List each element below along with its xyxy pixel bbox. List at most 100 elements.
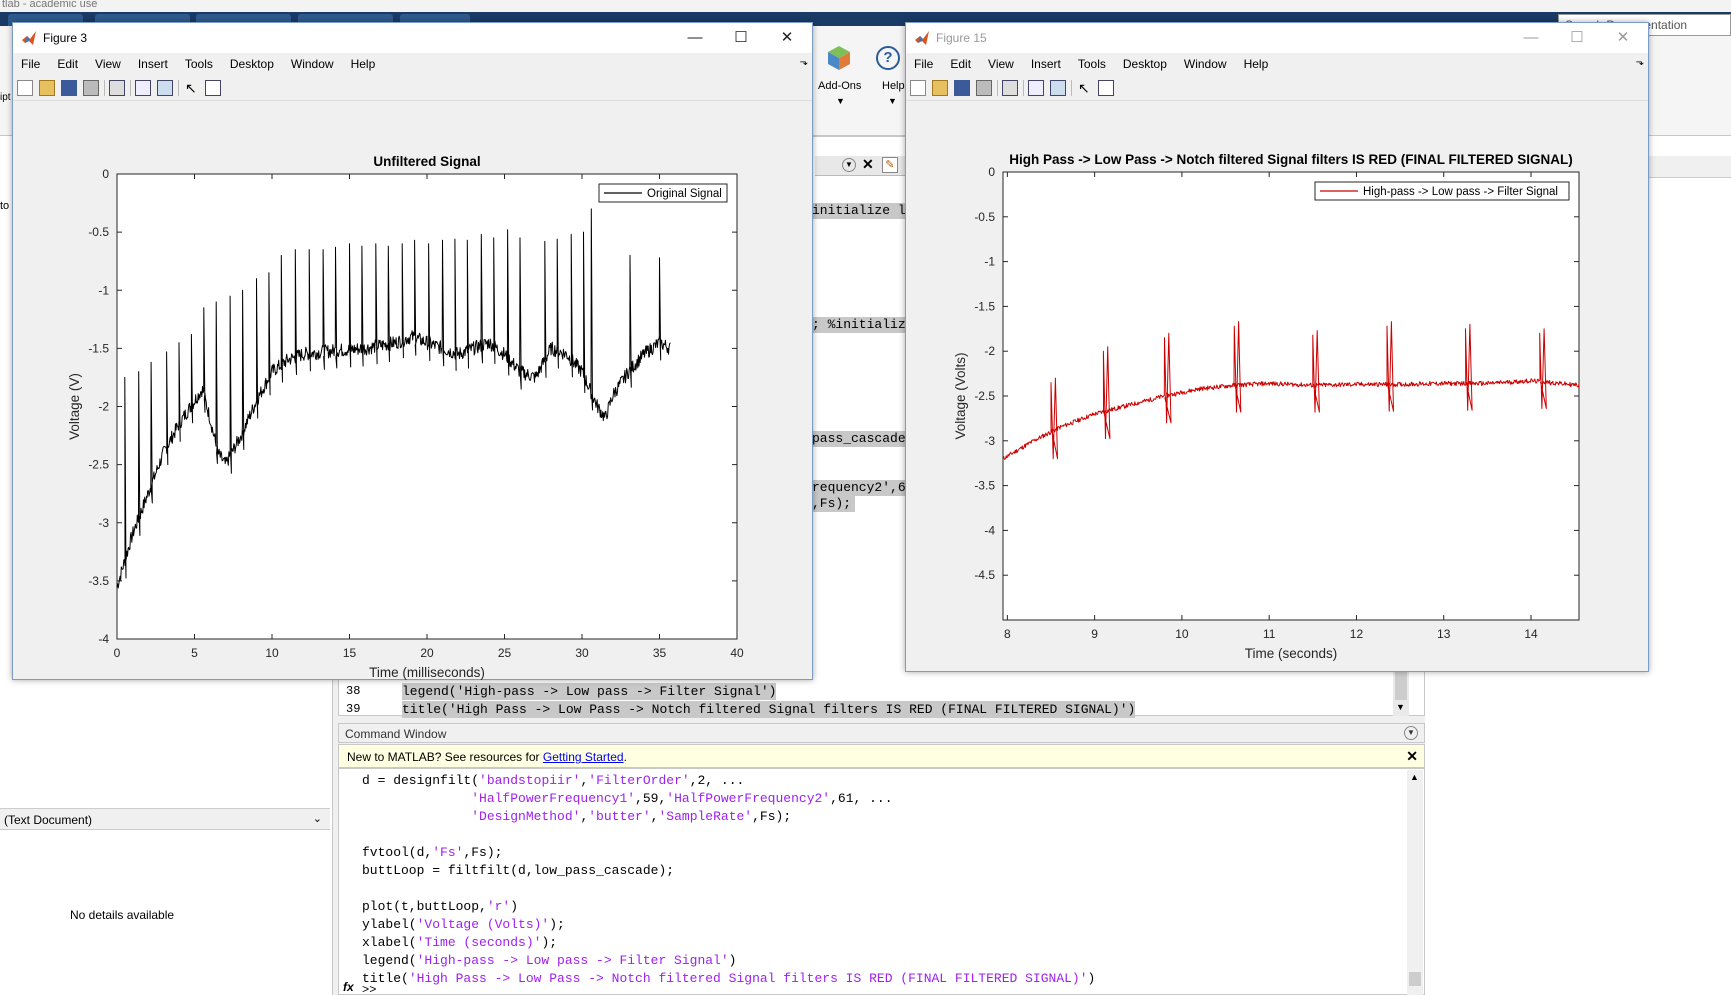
x-tick-label: 8 [1004, 627, 1011, 641]
close-button[interactable]: ✕ [772, 27, 802, 49]
y-tick-label: -3 [984, 434, 995, 448]
x-tick-label: 10 [1175, 627, 1189, 641]
menu-help[interactable]: Help [343, 53, 376, 71]
close-icon[interactable]: ✕ [1406, 748, 1418, 765]
addons-button[interactable]: Add-Ons ▼ [812, 44, 868, 114]
maximize-button[interactable]: ☐ [1562, 27, 1592, 49]
menu-file[interactable]: File [906, 53, 933, 71]
y-tick-label: -4 [984, 523, 995, 537]
chevron-down-icon[interactable]: ⌄ [313, 812, 322, 825]
command-history-line: xlabel('Time (seconds)'); [362, 935, 558, 950]
editor-scrollbar-thumb[interactable] [1395, 672, 1407, 700]
colorbar-icon[interactable] [1028, 80, 1044, 96]
help-icon: ? [876, 46, 900, 70]
menu-view[interactable]: View [87, 53, 121, 71]
y-tick-label: 0 [988, 165, 995, 179]
figure-title-bar[interactable]: Figure 3 — ☐ ✕ [13, 23, 812, 53]
command-history-line: legend('High-pass -> Low pass -> Filter … [362, 953, 737, 968]
y-tick-label: 0 [102, 167, 109, 181]
new-figure-icon[interactable] [17, 80, 33, 96]
y-tick-label: -4.5 [974, 568, 995, 582]
menu-tools[interactable]: Tools [1070, 53, 1106, 71]
link-plot-icon[interactable] [1002, 80, 1018, 96]
details-panel-header[interactable]: (Text Document) ⌄ [0, 808, 330, 830]
getting-started-link[interactable]: Getting Started [543, 750, 624, 764]
close-button[interactable]: ✕ [1608, 27, 1638, 49]
function-browser-icon[interactable]: fx [343, 980, 354, 994]
figure-3-window[interactable]: Figure 3 — ☐ ✕ File Edit View Insert Tools De… [12, 22, 813, 680]
pointer-icon[interactable]: ↖ [1078, 80, 1094, 96]
command-history-line: fvtool(d,'Fs',Fs); [362, 845, 503, 860]
filtered-signal-chart[interactable]: 8 9 10 11 12 13 14 0 -0.5 -1 -1.5 -2 -2.5 -3 -3.5 -4 -4.… [906, 102, 1650, 672]
unfiltered-signal-chart[interactable]: 0 5 10 15 20 25 30 35 40 0 -0.5 -1 -1.5 -2 -2.5 -3 -3.5 -… [13, 102, 814, 680]
x-tick-label: 10 [265, 646, 279, 660]
link-plot-icon[interactable] [109, 80, 125, 96]
command-prompt[interactable]: >> [362, 983, 376, 995]
menu-file[interactable]: File [13, 53, 40, 71]
x-tick-label: 40 [730, 646, 744, 660]
command-history-line: 'DesignMethod','butter','SampleRate',Fs)… [471, 809, 792, 824]
menu-insert[interactable]: Insert [130, 53, 168, 71]
scrollbar-thumb[interactable] [1409, 972, 1421, 986]
editor-code-line[interactable]: legend('High-pass -> Low pass -> Filter … [402, 683, 777, 700]
print-icon[interactable] [976, 80, 992, 96]
command-window-header: Command Window ▼ [338, 723, 1425, 743]
figure-plot-area: 0 5 10 15 20 25 30 35 40 0 -0.5 -1 -1.5 -2 -2.5 -3 -3.5 -… [13, 102, 814, 680]
x-axis-label: Time (milliseconds) [369, 665, 485, 680]
menu-tools[interactable]: Tools [177, 53, 213, 71]
figure-title-bar[interactable]: Figure 15 — ☐ ✕ [906, 23, 1648, 53]
colorbar-icon[interactable] [135, 80, 151, 96]
editor-code-fragment[interactable]: ; %initializ [812, 317, 910, 333]
open-file-icon[interactable] [932, 80, 948, 96]
command-history-line: title('High Pass -> Low Pass -> Notch fi… [362, 971, 1096, 986]
menu-view[interactable]: View [980, 53, 1014, 71]
property-inspector-icon[interactable] [205, 80, 221, 96]
minimize-button[interactable]: — [680, 27, 710, 49]
editor-code-fragment[interactable]: requency2',6 [812, 480, 910, 496]
scroll-down-arrow-icon[interactable]: ▼ [1396, 702, 1405, 712]
property-inspector-icon[interactable] [1098, 80, 1114, 96]
y-tick-label: -2.5 [974, 389, 995, 403]
menu-edit[interactable]: Edit [49, 53, 78, 71]
menu-window[interactable]: Window [283, 53, 334, 71]
minimize-button[interactable]: — [1516, 27, 1546, 49]
chevron-down-icon[interactable]: ▼ [1404, 726, 1418, 740]
new-figure-icon[interactable] [910, 80, 926, 96]
pointer-icon[interactable]: ↖ [185, 80, 201, 96]
command-window-scrollbar[interactable]: ▲ [1407, 770, 1423, 995]
open-file-icon[interactable] [39, 80, 55, 96]
chevron-down-icon[interactable]: ▼ [842, 158, 856, 172]
menu-insert[interactable]: Insert [1023, 53, 1061, 71]
menu-help[interactable]: Help [1236, 53, 1269, 71]
save-icon[interactable] [61, 80, 77, 96]
editor-code-fragment[interactable]: pass_cascade [812, 431, 910, 447]
legend-icon[interactable] [1050, 80, 1066, 96]
help-button[interactable]: ? Help ▼ [870, 44, 905, 114]
menu-edit[interactable]: Edit [942, 53, 971, 71]
left-edge-fragment-2: ipt [0, 92, 11, 103]
menu-desktop[interactable]: Desktop [1115, 53, 1167, 71]
close-icon[interactable]: ✕ [862, 156, 874, 173]
menu-window[interactable]: Window [1176, 53, 1227, 71]
save-icon[interactable] [954, 80, 970, 96]
legend-icon[interactable] [157, 80, 173, 96]
banner-suffix: . [623, 750, 627, 764]
figure-15-window[interactable]: Figure 15 — ☐ ✕ File Edit View Insert Tools D… [905, 22, 1649, 672]
figure-menu-bar: File Edit View Insert Tools Desktop Window Help [13, 53, 812, 75]
scroll-up-arrow-icon[interactable]: ▲ [1410, 772, 1419, 782]
editor-code-fragment[interactable]: initialize l [812, 203, 910, 219]
print-icon[interactable] [83, 80, 99, 96]
command-window-title: Command Window [345, 727, 447, 741]
toolbar-separator [178, 80, 179, 96]
dock-arrow-icon[interactable]: ⬎ [1636, 57, 1644, 68]
edit-icon[interactable]: ✎ [882, 157, 898, 173]
editor-line-number: 38 [346, 684, 361, 698]
menu-desktop[interactable]: Desktop [222, 53, 274, 71]
y-axis-label: Voltage (V) [67, 373, 82, 440]
maximize-button[interactable]: ☐ [726, 27, 756, 49]
chevron-down-icon: ▼ [836, 96, 845, 106]
editor-code-line[interactable]: title('High Pass -> Low Pass -> Notch fi… [402, 701, 1136, 718]
dock-arrow-icon[interactable]: ⬎ [800, 57, 808, 68]
x-axis-label: Time (seconds) [1245, 646, 1338, 661]
editor-code-fragment[interactable]: ,Fs); [812, 496, 856, 512]
